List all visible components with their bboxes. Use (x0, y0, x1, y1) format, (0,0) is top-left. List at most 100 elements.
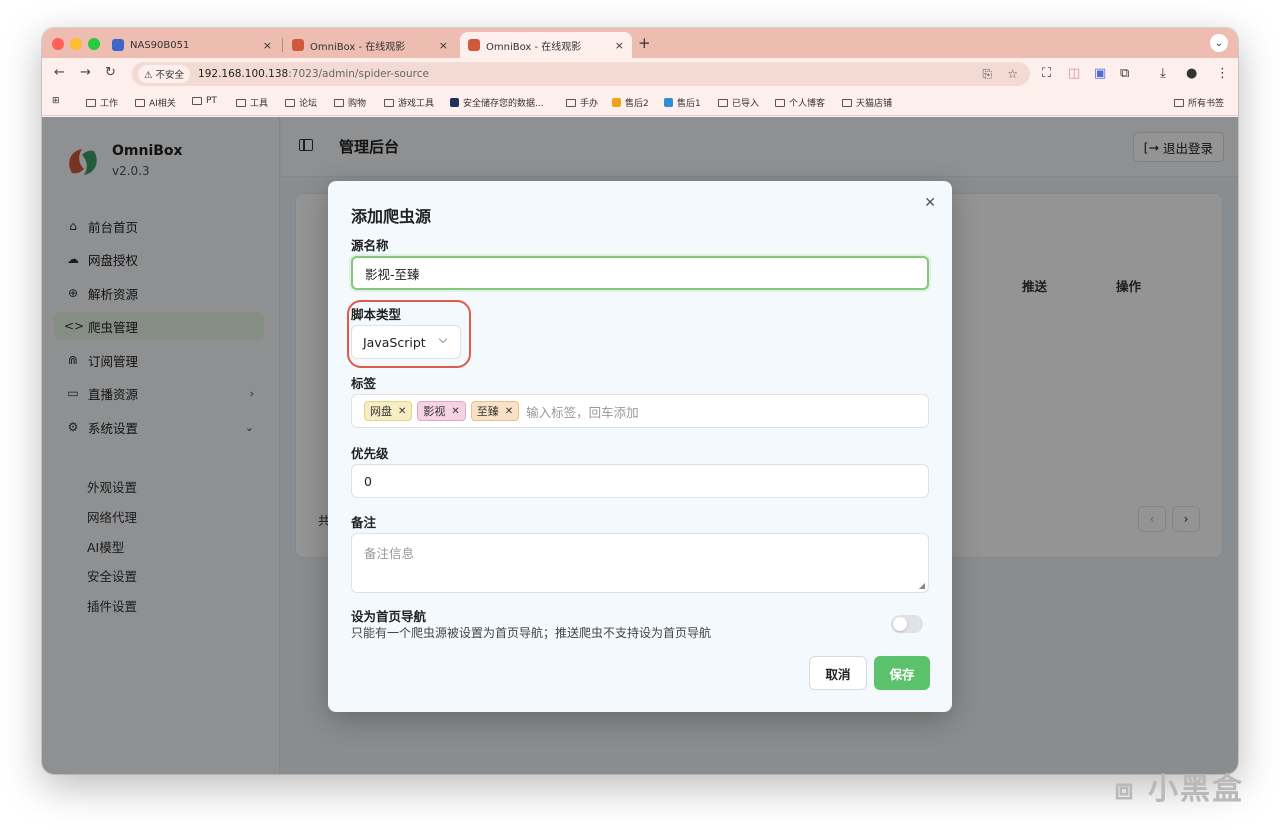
tab-title: OmniBox - 在线观影 (486, 41, 582, 53)
url-path: :7023/admin/spider-source (288, 68, 429, 80)
maximize-window-button[interactable] (88, 38, 100, 50)
tags-input[interactable]: 网盘 ✕ 影视 ✕ 至臻 ✕ 输入标签，回车添加 (351, 394, 929, 428)
folder-icon (135, 98, 145, 107)
site-icon (664, 98, 673, 107)
avatar[interactable]: ● (1186, 66, 1197, 81)
remove-tag-icon[interactable]: ✕ (451, 406, 459, 417)
bookmark-folder[interactable]: 工具 (236, 96, 268, 109)
bookmark-label: 论坛 (299, 99, 318, 109)
security-indicator[interactable]: ⚠ 不安全 (138, 65, 191, 83)
remark-placeholder: 备注信息 (364, 546, 415, 561)
tab-title: NAS90B051 (130, 39, 190, 51)
forward-icon[interactable]: → (80, 65, 91, 80)
remove-tag-icon[interactable]: ✕ (398, 406, 406, 417)
tag-chip: 至臻 ✕ (470, 401, 520, 421)
folder-icon (285, 98, 295, 107)
minimize-window-button[interactable] (70, 38, 82, 50)
download-icon[interactable]: ⤓ (1160, 66, 1166, 81)
close-window-button[interactable] (52, 38, 64, 50)
address-bar[interactable]: ⚠ 不安全 192.168.100.138 :7023/admin/spider… (132, 62, 1030, 86)
bookmark-folder[interactable]: 游戏工具 (384, 96, 434, 109)
all-bookmarks-folder[interactable]: 所有书签 (1174, 96, 1224, 109)
tab-search-icon[interactable]: ⌄ (1210, 34, 1228, 52)
omnibox-favicon-icon (468, 39, 480, 51)
bookmark-folder[interactable]: 工作 (86, 96, 118, 109)
home-nav-toggle[interactable] (891, 615, 923, 633)
tab-strip: NAS90B051 × OmniBox - 在线观影 × OmniBox - 在… (42, 28, 1238, 58)
toggle-knob (893, 617, 907, 631)
folder-icon (1174, 98, 1184, 107)
tags-label: 标签 (351, 376, 377, 391)
back-icon[interactable]: ← (54, 65, 65, 80)
bookmark-folder[interactable]: 手办 (566, 96, 598, 109)
folder-icon (384, 98, 394, 107)
source-name-label: 源名称 (351, 238, 389, 253)
menu-icon[interactable]: ⋮ (1216, 66, 1229, 81)
tags-placeholder[interactable]: 输入标签，回车添加 (526, 402, 639, 421)
tab-omnibox-1[interactable]: OmniBox - 在线观影 × (284, 32, 456, 58)
bookmark-label: 工作 (100, 99, 119, 109)
bookmark-folder[interactable]: 论坛 (285, 96, 317, 109)
bookmark-label: AI相关 (149, 99, 176, 109)
bookmark-folder[interactable]: 购物 (334, 96, 366, 109)
folder-icon (192, 97, 202, 105)
remark-label: 备注 (351, 515, 377, 530)
annotation-highlight (347, 300, 471, 368)
folder-icon (566, 98, 576, 107)
tab-omnibox-active[interactable]: OmniBox - 在线观影 × (460, 32, 632, 58)
apps-grid-icon[interactable]: ⊞ (52, 96, 60, 106)
add-spider-dialog: 添加爬虫源 ✕ 源名称 脚本类型 JavaScript 标签 网盘✕ 影视✕ 至… (328, 181, 952, 712)
resize-handle-icon[interactable]: ◢ (919, 581, 925, 590)
puzzle-icon[interactable]: ⧉ (1120, 66, 1129, 81)
tag-chip: 影视 ✕ (417, 401, 466, 421)
bookmark-folder[interactable]: AI相关 (135, 96, 176, 109)
bookmark-star-icon[interactable]: ☆ (1007, 67, 1018, 81)
bookmark-label: PT (206, 96, 217, 106)
reload-icon[interactable]: ↻ (105, 65, 116, 80)
bookmark-link[interactable]: 安全储存您的数据... (450, 96, 544, 109)
bookmark-label: 个人博客 (789, 99, 826, 109)
dialog-title: 添加爬虫源 (351, 207, 432, 226)
site-icon (612, 98, 621, 107)
bookmark-folder[interactable]: PT (192, 96, 217, 106)
close-tab-icon[interactable]: × (615, 39, 624, 52)
watermark-text: 小黑盒 (1148, 772, 1244, 807)
url-host: 192.168.100.138 (198, 68, 289, 80)
close-icon[interactable]: ✕ (924, 195, 936, 211)
tag-label: 影视 (423, 405, 446, 418)
bookmark-label: 工具 (250, 99, 269, 109)
close-tab-icon[interactable]: × (263, 39, 272, 52)
close-tab-icon[interactable]: × (439, 39, 448, 52)
tag-label: 至臻 (476, 405, 499, 418)
priority-input[interactable] (351, 464, 929, 498)
source-name-input[interactable] (351, 256, 929, 290)
bookmark-label: 所有书签 (1188, 99, 1225, 109)
site-icon (450, 98, 459, 107)
bookmark-link[interactable]: 售后2 (612, 96, 649, 109)
tab-nas[interactable]: NAS90B051 × (104, 32, 280, 58)
tag-label: 网盘 (370, 405, 392, 418)
bookmark-folder[interactable]: 已导入 (718, 96, 759, 109)
extension-icon[interactable]: ◫ (1068, 66, 1080, 81)
bookmark-label: 手办 (580, 99, 599, 109)
bookmark-label: 售后1 (677, 99, 701, 109)
priority-label: 优先级 (351, 446, 389, 461)
remark-textarea[interactable]: 备注信息 ◢ (351, 533, 929, 593)
save-button[interactable]: 保存 (874, 656, 930, 690)
nas-favicon-icon (112, 39, 124, 51)
home-nav-description: 只能有一个爬虫源被设置为首页导航；推送爬虫不支持设为首页导航 (351, 626, 712, 640)
extension-icon[interactable]: ▣ (1094, 66, 1106, 81)
browser-toolbar: ← → ↻ ⚠ 不安全 192.168.100.138 :7023/admin/… (42, 58, 1238, 90)
bookmark-label: 游戏工具 (398, 99, 435, 109)
extension-icon[interactable]: ⛶ (1042, 66, 1051, 81)
watermark-logo: ⧈ 小黑盒 (1114, 772, 1244, 807)
bookmarks-bar: ⊞ 工作 AI相关 PT 工具 论坛 购物 游戏工具 安全储存您的数据... 手… (42, 90, 1238, 116)
remove-tag-icon[interactable]: ✕ (505, 406, 513, 417)
folder-icon (718, 98, 728, 107)
bookmark-link[interactable]: 售后1 (664, 96, 701, 109)
translate-icon[interactable]: ⎘ (982, 67, 992, 81)
cancel-button[interactable]: 取消 (809, 656, 867, 690)
new-tab-button[interactable]: + (638, 34, 651, 52)
bookmark-folder[interactable]: 个人博客 (775, 96, 825, 109)
bookmark-folder[interactable]: 天猫店铺 (842, 96, 892, 109)
